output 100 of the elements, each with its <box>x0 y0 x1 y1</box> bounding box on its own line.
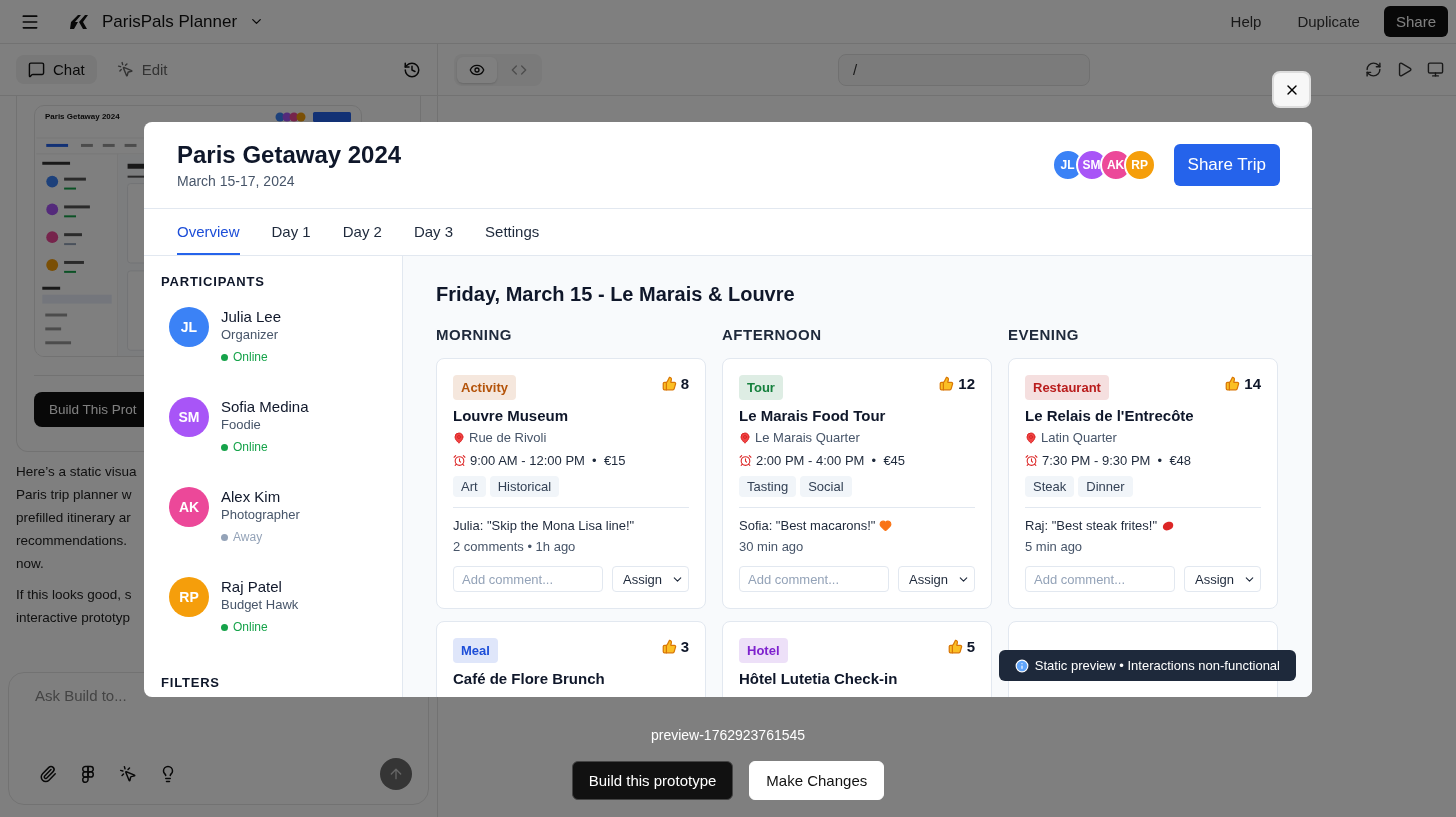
action-button[interactable]: Make Changes <box>749 761 885 800</box>
schedule-text: 2:00 PM - 4:00 PM • €45 <box>756 453 906 468</box>
tab[interactable]: Day 3 <box>413 209 454 255</box>
card-title: Le Relais de l'Entrecôte <box>1025 407 1195 424</box>
like-button[interactable]: 12 <box>939 375 975 392</box>
message-line: interactive prototyp <box>16 609 131 627</box>
avatar: AK <box>169 487 209 527</box>
view-mode-button[interactable] <box>457 56 497 83</box>
card-title: Louvre Museum <box>453 407 570 424</box>
category-tag: Restaurant <box>1025 375 1109 400</box>
comment-text: Julia: "Skip the Mona Lisa line!" <box>453 518 635 533</box>
participant-role: Photographer <box>221 506 300 524</box>
like-button[interactable]: 5 <box>947 638 975 655</box>
message-line: now. <box>16 555 44 573</box>
action-button[interactable]: Build this prototype <box>571 761 734 800</box>
pin-icon <box>1025 431 1037 444</box>
column-heading: MORNING <box>436 326 513 343</box>
column-heading: AFTERNOON <box>722 326 823 343</box>
label-chip: Social <box>800 476 852 497</box>
section-heading: FILTERS <box>161 675 221 690</box>
comment-meta: 30 min ago <box>739 539 805 554</box>
label-chip: Dinner <box>1078 476 1133 497</box>
comment-field[interactable]: Add comment... <box>453 566 603 592</box>
comment-text: Sofia: "Best macarons!" <box>739 518 876 533</box>
assign-select[interactable]: Assign <box>898 566 975 592</box>
info-icon <box>1014 658 1029 673</box>
like-button[interactable]: 14 <box>1225 375 1261 392</box>
thumbs-up-icon <box>661 376 677 391</box>
close-button[interactable] <box>1272 71 1311 108</box>
topbar-button[interactable]: Help <box>1218 6 1274 37</box>
thumbs-up-icon <box>1225 376 1241 391</box>
category-tag: Activity <box>453 375 516 400</box>
send-button[interactable] <box>380 758 412 790</box>
participant-name: Sofia Medina <box>221 397 309 416</box>
message-line: If this looks good, s <box>16 586 132 604</box>
column-heading: EVENING <box>1008 326 1080 343</box>
topbar-button[interactable]: Share <box>1383 6 1448 37</box>
topbar-button[interactable]: Duplicate <box>1285 6 1372 37</box>
like-button[interactable]: 3 <box>661 638 689 655</box>
comment-field[interactable]: Add comment... <box>1025 566 1175 592</box>
label-chip: Steak <box>1025 476 1075 497</box>
play-icon[interactable] <box>1396 61 1413 78</box>
participant-name: Raj Patel <box>221 577 282 596</box>
participant-role: Organizer <box>221 326 279 344</box>
participant-name: Julia Lee <box>221 307 282 326</box>
refresh-icon[interactable] <box>1365 61 1382 78</box>
alarm-clock-icon <box>739 454 752 467</box>
tab[interactable]: Overview <box>177 209 240 255</box>
avatar: SM <box>169 397 209 437</box>
tab[interactable]: Day 1 <box>271 209 311 255</box>
logo-icon <box>68 12 90 31</box>
status-text: Online <box>233 350 268 364</box>
tab[interactable]: Settings <box>485 209 540 255</box>
category-tag: Tour <box>739 375 783 400</box>
category-tag: Hotel <box>739 638 788 663</box>
schedule-text: 9:00 AM - 12:00 PM • €15 <box>470 453 626 468</box>
figma-icon[interactable] <box>79 765 97 783</box>
label-chip: Historical <box>489 476 560 497</box>
history-icon[interactable] <box>403 60 421 79</box>
card-title: Café de Flore Brunch <box>453 670 606 687</box>
avatar: JL <box>169 307 209 347</box>
cursor-click-icon <box>116 61 134 78</box>
message-line: Paris trip planner w <box>16 486 132 504</box>
project-name[interactable]: ParisPals Planner <box>102 11 238 32</box>
location-text: Latin Quarter <box>1041 430 1117 445</box>
avatar: RP <box>1123 149 1156 181</box>
tooltip-text: Static preview • Interactions non-functional <box>1034 658 1280 673</box>
assign-select[interactable]: Assign <box>612 566 689 592</box>
preview-id: preview-1762923761545 <box>650 727 806 743</box>
comment-meta: 5 min ago <box>1025 539 1084 554</box>
day-title: Friday, March 15 - Le Marais & Louvre <box>436 283 796 306</box>
url-field[interactable]: / <box>838 53 1090 86</box>
prompt-field[interactable]: Ask Build to... <box>25 687 412 758</box>
status-text: Online <box>233 620 268 634</box>
like-button[interactable]: 8 <box>661 375 689 392</box>
avatar: RP <box>169 577 209 617</box>
schedule-text: 7:30 PM - 9:30 PM • €48 <box>1042 453 1192 468</box>
alarm-clock-icon <box>1025 454 1038 467</box>
comment-field[interactable]: Add comment... <box>739 566 889 592</box>
pin-icon <box>739 431 751 444</box>
trip-title: Paris Getaway 2024 <box>177 141 402 169</box>
thumbs-up-icon <box>939 376 955 391</box>
tab[interactable]: Day 2 <box>342 209 382 255</box>
monitor-icon[interactable] <box>1427 61 1444 78</box>
participant-name: Alex Kim <box>221 487 281 506</box>
category-tag: Meal <box>453 638 498 663</box>
location-text: Rue de Rivoli <box>469 430 547 445</box>
status-text: Online <box>233 440 268 454</box>
panel-tab[interactable]: Chat <box>16 55 97 84</box>
assign-select[interactable]: Assign <box>1184 566 1261 592</box>
paperclip-icon[interactable] <box>39 765 57 783</box>
message-line: recommendations. <box>16 532 128 550</box>
heart-icon <box>879 519 893 532</box>
share-trip-button[interactable]: Share Trip <box>1173 144 1280 186</box>
participant-role: Budget Hawk <box>221 596 299 614</box>
cursor-click-icon[interactable] <box>119 765 137 783</box>
section-heading: PARTICIPANTS <box>161 274 266 289</box>
message-line: Here’s a static visua <box>16 463 137 481</box>
card-title: Hôtel Lutetia Check-in <box>739 670 899 687</box>
comment-text: Raj: "Best steak frites!" <box>1025 518 1158 533</box>
